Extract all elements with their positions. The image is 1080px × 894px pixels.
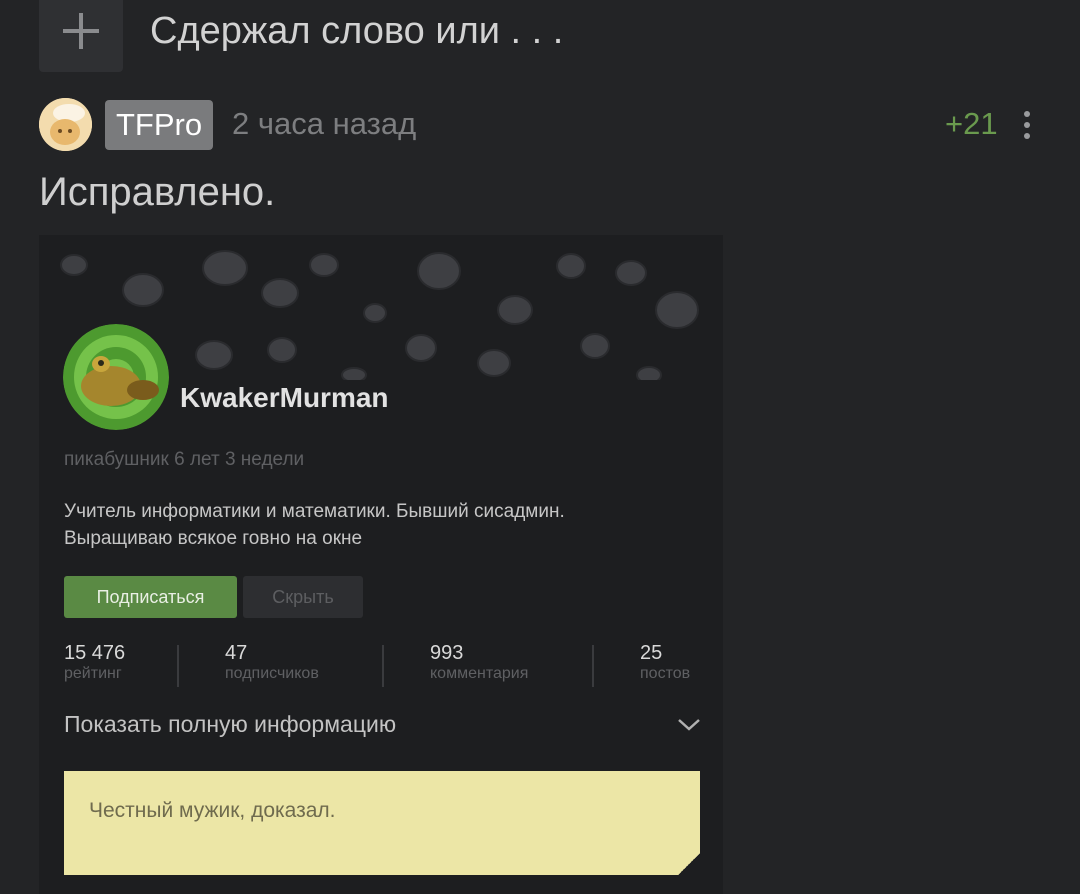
thread-title[interactable]: Сдержал слово или . . .	[150, 10, 563, 53]
show-full-info-link[interactable]: Показать полную информацию	[64, 711, 396, 738]
profile-avatar[interactable]	[63, 324, 169, 430]
more-vertical-icon[interactable]	[1018, 110, 1036, 140]
comment-time: 2 часа назад	[232, 106, 417, 141]
user-note[interactable]: Честный мужик, доказал.	[64, 771, 700, 875]
bio-line: Учитель информатики и математики. Бывший…	[64, 501, 565, 522]
divider	[382, 645, 384, 687]
stat-value: 15 476	[64, 642, 126, 664]
divider	[592, 645, 594, 687]
profile-username: KwakerMurman	[180, 382, 389, 413]
stat-comments: 993 комментария	[430, 641, 528, 683]
note-text: Честный мужик, доказал.	[89, 799, 336, 822]
stat-value: 47	[225, 642, 248, 664]
stat-label: рейтинг	[64, 665, 122, 682]
avatar[interactable]	[39, 98, 92, 151]
author-nickname[interactable]: TFPro	[105, 100, 214, 150]
profile-bio: Учитель информатики и математики. Бывший…	[64, 498, 704, 552]
stat-value: 993	[430, 642, 464, 664]
expand-thread-button[interactable]	[39, 0, 123, 72]
subscribe-button[interactable]: Подписаться	[64, 576, 237, 618]
comment-rating: +21	[945, 106, 998, 141]
profile-age: пикабушник 6 лет 3 недели	[64, 449, 305, 470]
stat-label: постов	[640, 665, 691, 682]
bio-line: Выращиваю всякое говно на окне	[64, 528, 363, 549]
note-corner-fold	[678, 853, 700, 875]
stat-subscribers: 47 подписчиков	[225, 641, 319, 683]
stat-rating: 15 476 рейтинг	[64, 641, 125, 683]
comment-text: Исправлено.	[39, 170, 276, 214]
plus-icon	[63, 13, 99, 49]
chevron-down-icon[interactable]	[677, 714, 701, 734]
stat-label: подписчиков	[225, 665, 319, 682]
embedded-screenshot[interactable]: KwakerMurman пикабушник 6 лет 3 недели У…	[39, 235, 723, 894]
stat-posts: 25 постов	[640, 641, 690, 683]
stat-label: комментария	[430, 665, 529, 682]
divider	[177, 645, 179, 687]
hide-button[interactable]: Скрыть	[243, 576, 363, 618]
stat-value: 25	[640, 642, 663, 664]
